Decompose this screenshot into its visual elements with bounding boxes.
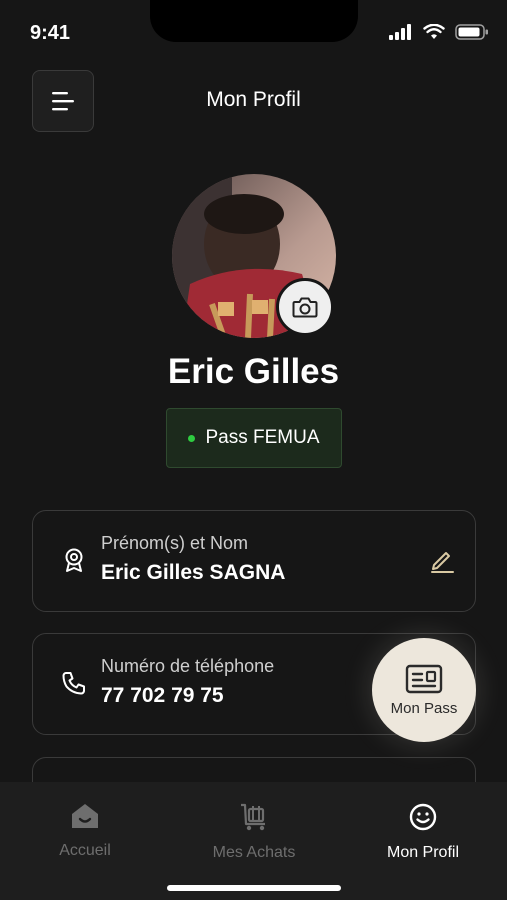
profile-name: Eric Gilles [167,352,340,391]
pass-badge-label: Pass FEMUA [205,427,320,448]
name-card-value: Eric Gilles SAGNA [101,561,286,584]
status-time: 9:41 [30,22,71,44]
profile-icon [409,803,437,831]
pass-badge: Pass FEMUA [166,408,342,468]
nav-item-accueil[interactable]: Accueil [20,802,150,860]
cart-icon [241,803,265,831]
name-card: Prénom(s) et Nom Eric Gilles SAGNA [32,510,476,612]
name-card-label: Prénom(s) et Nom [101,533,249,553]
nav-label-accueil: Accueil [59,842,111,859]
mon-pass-button[interactable]: Mon Pass [372,638,476,742]
nav-label-mes-achats: Mes Achats [212,844,296,861]
home-indicator [167,885,341,891]
avatar-container [172,174,336,338]
pass-status-dot [188,434,196,442]
page-title: Mon Profil [206,88,301,111]
home-icon [72,804,98,828]
wifi-icon [423,24,445,39]
device-notch [150,0,358,42]
phone-card-label: Numéro de téléphone [101,656,275,676]
nav-label-mon-profil: Mon Profil [386,844,460,861]
status-bar: 9:41 [0,0,507,60]
phone-card-value: 77 702 79 75 [101,684,224,707]
change-photo-button[interactable] [276,278,334,336]
battery-icon [455,24,488,40]
award-icon [65,548,83,572]
phone-icon [62,672,85,695]
id-card-icon [405,664,443,693]
nav-item-mes-achats[interactable]: Mes Achats [189,802,319,862]
status-icons [389,24,489,40]
signal-icon [389,24,411,40]
nav-item-mon-profil[interactable]: Mon Profil [358,802,488,862]
camera-icon [292,297,318,318]
bottom-nav: Accueil Mes Achats Mon Profil [0,782,507,900]
mon-pass-label: Mon Pass [390,699,458,717]
edit-icon[interactable] [429,547,455,573]
